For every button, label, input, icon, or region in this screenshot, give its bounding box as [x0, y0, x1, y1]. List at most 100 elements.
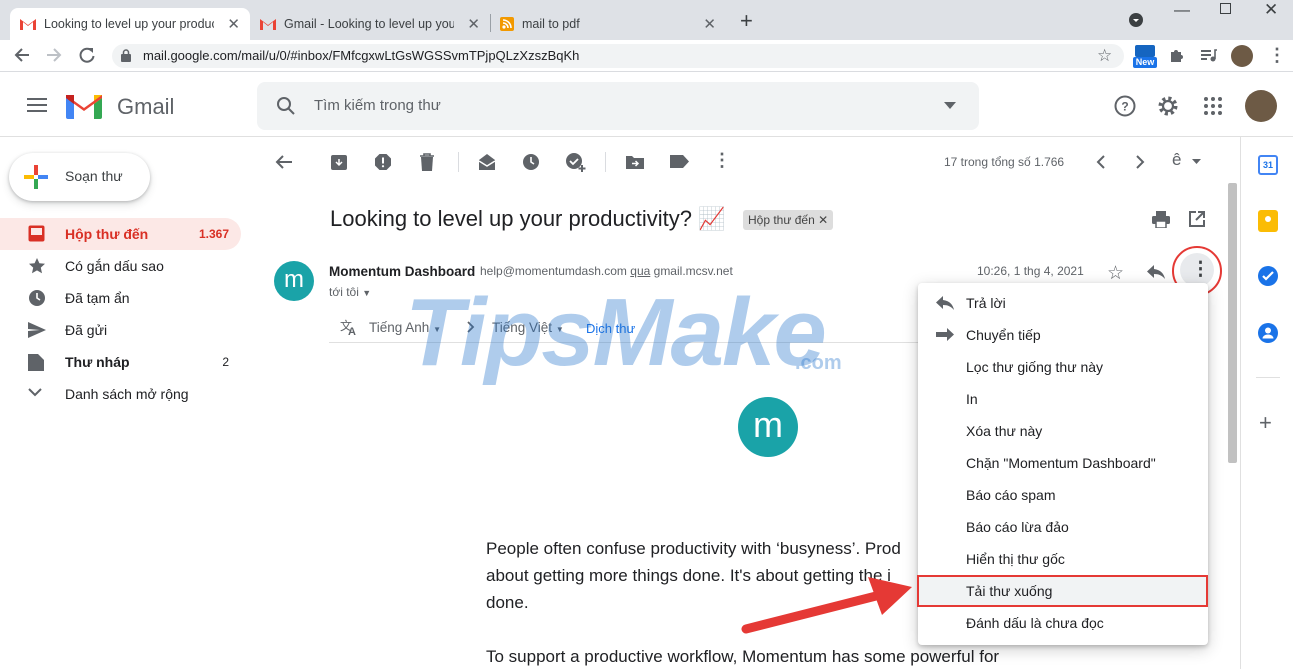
extensions-puzzle-icon[interactable] — [1168, 47, 1185, 64]
browser-menu-icon[interactable]: ⋮ — [1268, 45, 1286, 66]
search-icon[interactable] — [276, 96, 296, 116]
sidebar-item-more[interactable]: Danh sách mở rộng — [0, 378, 241, 410]
menu-item-label: Đánh dấu là chưa đọc — [966, 615, 1104, 631]
open-new-window-icon[interactable] — [1189, 211, 1205, 227]
browser-tab-1[interactable]: Looking to level up your product ✕ — [10, 8, 250, 40]
sender-email-line: help@momentumdash.com qua gmail.mcsv.net — [480, 264, 733, 278]
search-options-icon[interactable] — [944, 102, 956, 109]
minimize-icon[interactable]: — — [1174, 2, 1190, 20]
url-text[interactable]: mail.google.com/mail/u/0/#inbox/FMfcgxwL… — [143, 48, 579, 63]
mark-unread-icon[interactable] — [478, 153, 496, 170]
reply-icon[interactable] — [1147, 265, 1165, 279]
recipient-toggle[interactable]: tới tôi ▼ — [329, 285, 371, 299]
compose-label: Soạn thư — [65, 168, 123, 184]
recipient-text: tới tôi — [329, 285, 359, 299]
menu-item-report-spam[interactable]: Báo cáo spam — [918, 479, 1208, 511]
print-icon[interactable] — [1152, 211, 1170, 228]
browser-tab-3[interactable]: mail to pdf ✕ — [490, 8, 726, 40]
menu-item-block[interactable]: Chặn "Momentum Dashboard" — [918, 447, 1208, 479]
back-to-inbox-icon[interactable] — [275, 154, 293, 170]
reply-icon — [936, 296, 954, 310]
back-icon[interactable] — [13, 46, 31, 64]
sidebar-item-drafts[interactable]: Thư nháp 2 — [0, 346, 241, 378]
sender-avatar[interactable]: m — [274, 261, 314, 301]
maximize-icon[interactable] — [1220, 3, 1231, 14]
highlight-box — [917, 575, 1208, 607]
delete-trash-icon[interactable] — [419, 153, 435, 171]
send-icon — [28, 321, 46, 339]
main-menu-icon[interactable] — [27, 97, 47, 113]
email-date: 10:26, 1 thg 4, 2021 — [977, 264, 1084, 278]
tab-title: mail to pdf — [522, 17, 580, 31]
new-tab-button[interactable]: + — [740, 8, 753, 34]
sidebar-item-label: Danh sách mở rộng — [65, 386, 189, 402]
inbox-label-chip[interactable]: Hộp thư đến ✕ — [743, 210, 834, 230]
tasks-icon[interactable] — [1258, 266, 1278, 286]
feed-favicon-icon — [500, 17, 514, 31]
body-line-4: To support a productive workflow, Moment… — [486, 647, 1000, 666]
add-addon-icon[interactable]: + — [1259, 410, 1272, 436]
sidebar-item-snoozed[interactable]: Đã tạm ẩn — [0, 282, 241, 314]
menu-item-delete[interactable]: Xóa thư này — [918, 415, 1208, 447]
new-badge: New — [1133, 57, 1157, 68]
move-to-icon[interactable] — [626, 154, 644, 169]
sidebar-item-label: Đã gửi — [65, 322, 108, 338]
sidebar-item-inbox[interactable]: Hộp thư đến 1.367 — [0, 218, 241, 250]
add-task-icon[interactable] — [565, 152, 587, 174]
input-tools-dropdown-icon[interactable] — [1192, 159, 1201, 164]
menu-item-forward[interactable]: Chuyển tiếp — [918, 319, 1208, 351]
sender-name[interactable]: Momentum Dashboard — [329, 264, 475, 279]
report-spam-icon[interactable] — [374, 153, 392, 171]
close-tab-icon[interactable]: ✕ — [467, 15, 480, 33]
menu-item-label: Trả lời — [966, 295, 1006, 311]
media-playlist-icon[interactable] — [1200, 47, 1217, 64]
close-window-icon[interactable]: ✕ — [1264, 0, 1278, 20]
menu-item-mark-unread[interactable]: Đánh dấu là chưa đọc — [918, 607, 1208, 639]
keep-icon[interactable] — [1258, 210, 1278, 232]
more-actions-icon[interactable]: ⋮ — [713, 150, 731, 171]
browser-tab-2[interactable]: Gmail - Looking to level up your p ✕ — [250, 8, 490, 40]
extension-new-icon[interactable]: New — [1133, 45, 1157, 69]
newer-chevron-icon[interactable] — [1096, 155, 1106, 169]
label-tag-icon[interactable] — [670, 155, 689, 168]
profile-avatar[interactable] — [1231, 45, 1253, 67]
calendar-icon[interactable]: 31 — [1258, 155, 1278, 175]
older-chevron-icon[interactable] — [1135, 155, 1145, 169]
sidebar-item-sent[interactable]: Đã gửi — [0, 314, 241, 346]
sidebar-item-starred[interactable]: Có gắn dấu sao — [0, 250, 241, 282]
label-chip-text: Hộp thư đến — [748, 213, 815, 227]
draft-file-icon — [28, 353, 44, 371]
remove-label-icon[interactable]: ✕ — [818, 213, 828, 227]
reload-icon[interactable] — [78, 46, 96, 64]
close-tab-icon[interactable]: ✕ — [227, 15, 240, 33]
menu-item-report-phishing[interactable]: Báo cáo lừa đảo — [918, 511, 1208, 543]
menu-item-show-original[interactable]: Hiển thị thư gốc — [918, 543, 1208, 575]
menu-item-print[interactable]: In — [918, 383, 1208, 415]
caret-down-icon: ▼ — [362, 288, 372, 298]
bookmark-star-icon[interactable]: ☆ — [1097, 46, 1112, 66]
menu-item-reply[interactable]: Trả lời — [918, 287, 1208, 319]
lock-icon[interactable] — [121, 49, 131, 62]
gmail-logo-icon[interactable] — [66, 92, 102, 119]
settings-gear-icon[interactable] — [1157, 95, 1179, 117]
sidebar-item-label: Có gắn dấu sao — [65, 258, 164, 274]
unread-count: 1.367 — [198, 227, 229, 241]
search-input[interactable]: Tìm kiếm trong thư — [314, 97, 441, 114]
via-link[interactable]: qua — [630, 264, 650, 278]
scrollbar[interactable] — [1228, 183, 1237, 463]
tab-title: Gmail - Looking to level up your p — [284, 17, 454, 31]
apps-grid-icon[interactable] — [1203, 96, 1223, 116]
contacts-icon[interactable] — [1258, 323, 1278, 343]
snooze-clock-icon[interactable] — [522, 153, 540, 171]
menu-item-label: Xóa thư này — [966, 423, 1043, 439]
menu-item-filter[interactable]: Lọc thư giống thư này — [918, 351, 1208, 383]
forward-icon[interactable] — [45, 46, 63, 64]
input-tools-button[interactable]: ê — [1172, 150, 1181, 170]
tab-search-icon[interactable] — [1128, 12, 1144, 28]
help-icon[interactable]: ? — [1114, 95, 1136, 117]
inbox-icon — [28, 225, 45, 242]
archive-icon[interactable] — [330, 153, 348, 171]
star-message-icon[interactable]: ☆ — [1107, 262, 1124, 285]
close-tab-icon[interactable]: ✕ — [703, 15, 716, 33]
account-avatar[interactable] — [1245, 90, 1277, 122]
